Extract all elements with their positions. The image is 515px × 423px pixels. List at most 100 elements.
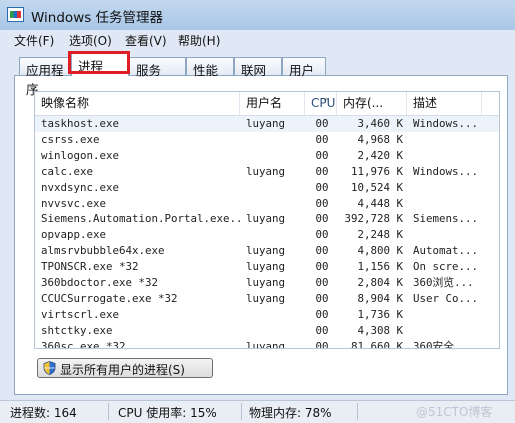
table-row[interactable]: TPONSCR.exe *32 luyang 00 1,156 K On scre... bbox=[35, 259, 499, 275]
column-header-user-name[interactable]: 用户名 bbox=[240, 92, 305, 115]
process-description: Windows... bbox=[413, 117, 479, 130]
process-user bbox=[246, 196, 306, 212]
process-user bbox=[246, 132, 306, 148]
process-description bbox=[413, 132, 483, 148]
process-memory: 4,448 K bbox=[357, 196, 403, 210]
process-cpu: 00 bbox=[315, 228, 329, 242]
process-name: shtctky.exe bbox=[41, 323, 113, 337]
task-manager-icon bbox=[7, 7, 24, 22]
process-name: CCUCSurrogate.exe *32 bbox=[41, 291, 178, 305]
tab-services[interactable]: 服务 bbox=[129, 57, 186, 78]
process-memory: 1,736 K bbox=[357, 307, 403, 321]
process-memory: 4,800 K bbox=[357, 244, 403, 258]
process-description bbox=[413, 180, 483, 196]
process-name: taskhost.exe bbox=[41, 117, 120, 130]
menu-options[interactable]: 选项(O) bbox=[69, 32, 112, 49]
process-cpu: 00 bbox=[315, 291, 329, 305]
process-user: luyang bbox=[246, 339, 286, 349]
process-count: 进程数: 164 bbox=[10, 406, 77, 420]
process-cpu: 00 bbox=[315, 196, 329, 210]
process-cpu: 00 bbox=[315, 276, 329, 289]
table-row[interactable]: shtctky.exe 00 4,308 K bbox=[35, 323, 499, 339]
process-memory: 10,524 K bbox=[350, 180, 403, 194]
table-row[interactable]: Siemens.Automation.Portal.exe... luyang 00… bbox=[35, 211, 499, 227]
process-description: 360安全... bbox=[413, 339, 474, 349]
process-name: winlogon.exe bbox=[41, 148, 120, 162]
process-memory: 2,248 K bbox=[357, 228, 403, 242]
process-cpu: 00 bbox=[315, 260, 329, 274]
show-all-users-processes-label: 显示所有用户的进程(S) bbox=[60, 363, 185, 377]
process-memory: 81,660 K bbox=[350, 339, 403, 349]
table-row[interactable]: csrss.exe 00 4,968 K bbox=[35, 132, 499, 148]
table-row[interactable]: opvapp.exe 00 2,248 K bbox=[35, 227, 499, 243]
menu-help[interactable]: 帮助(H) bbox=[178, 32, 220, 49]
process-description bbox=[413, 196, 483, 212]
process-name: nvvsvc.exe bbox=[41, 196, 107, 210]
process-description bbox=[413, 227, 483, 243]
process-name: 360sc.exe *32 bbox=[41, 339, 126, 349]
process-user bbox=[246, 148, 306, 164]
process-cpu: 00 bbox=[315, 339, 329, 349]
process-cpu: 00 bbox=[315, 244, 329, 258]
process-description: 360浏览... bbox=[413, 276, 474, 289]
table-row[interactable]: 360sc.exe *32 luyang 00 81,660 K 360安全... bbox=[35, 339, 499, 349]
title-bar[interactable]: Windows 任务管理器 bbox=[0, 0, 515, 30]
table-row[interactable]: almsrvbubble64x.exe luyang 00 4,800 K Automa… bbox=[35, 243, 499, 259]
process-name: TPONSCR.exe *32 bbox=[41, 260, 139, 274]
process-user: luyang bbox=[246, 117, 286, 130]
process-user: luyang bbox=[246, 164, 286, 178]
table-row[interactable]: calc.exe luyang 00 11,976 K Windows... bbox=[35, 164, 499, 180]
process-cpu: 00 bbox=[315, 148, 329, 162]
table-row[interactable]: 360bdoctor.exe *32 luyang 00 2,804 K 360浏览..… bbox=[35, 275, 499, 291]
column-header-description[interactable]: 描述 bbox=[407, 92, 482, 115]
tab-users[interactable]: 用户 bbox=[282, 57, 326, 78]
table-row[interactable]: CCUCSurrogate.exe *32 luyang 00 8,904 K User… bbox=[35, 291, 499, 307]
uac-shield-icon bbox=[43, 361, 56, 375]
tab-applications[interactable]: 应用程序 bbox=[19, 57, 71, 97]
process-user bbox=[246, 227, 306, 243]
process-memory: 3,460 K bbox=[357, 117, 403, 130]
process-name: Siemens.Automation.Portal.exe... bbox=[41, 212, 241, 226]
tab-networking[interactable]: 联网 bbox=[234, 57, 282, 78]
column-header-image-name[interactable]: 映像名称 bbox=[35, 92, 240, 115]
table-row[interactable]: winlogon.exe 00 2,420 K bbox=[35, 148, 499, 164]
process-description bbox=[413, 323, 483, 339]
show-all-users-processes-button[interactable]: 显示所有用户的进程(S) bbox=[37, 358, 213, 378]
process-cpu: 00 bbox=[315, 307, 329, 321]
menu-bar: 文件(F) 选项(O) 查看(V) 帮助(H) bbox=[0, 30, 515, 49]
column-header-memory[interactable]: 内存(... bbox=[337, 92, 407, 115]
watermark: @51CTO博客 bbox=[416, 405, 493, 419]
process-cpu: 00 bbox=[315, 164, 329, 178]
process-memory: 2,420 K bbox=[357, 148, 403, 162]
status-separator bbox=[108, 403, 109, 420]
process-memory: 2,804 K bbox=[357, 276, 403, 289]
table-row[interactable]: virtscrl.exe 00 1,736 K bbox=[35, 307, 499, 323]
process-cpu: 00 bbox=[315, 212, 329, 226]
process-list[interactable]: 映像名称 用户名 ^ CPU 内存(... 描述 taskhost.exe luy… bbox=[34, 91, 500, 349]
column-header-cpu[interactable]: ^ CPU bbox=[305, 92, 337, 115]
process-cpu: 00 bbox=[315, 132, 329, 146]
table-row[interactable]: nvvsvc.exe 00 4,448 K bbox=[35, 196, 499, 212]
window-title: Windows 任务管理器 bbox=[31, 10, 164, 26]
table-row[interactable]: nvxdsync.exe 00 10,524 K bbox=[35, 180, 499, 196]
process-memory: 392,728 K bbox=[344, 212, 403, 226]
process-description: User Co... bbox=[413, 291, 479, 305]
list-header: 映像名称 用户名 ^ CPU 内存(... 描述 bbox=[35, 92, 499, 116]
process-cpu: 00 bbox=[315, 117, 329, 130]
process-description: Siemens... bbox=[413, 212, 479, 226]
cpu-usage: CPU 使用率: 15% bbox=[118, 406, 217, 420]
tab-performance[interactable]: 性能 bbox=[186, 57, 234, 78]
process-user: luyang bbox=[246, 212, 286, 226]
annotation-highlight-box bbox=[68, 51, 130, 74]
process-name: opvapp.exe bbox=[41, 228, 107, 242]
process-user bbox=[246, 307, 306, 323]
sort-ascending-icon: ^ bbox=[323, 97, 330, 106]
table-row[interactable]: taskhost.exe luyang 00 3,460 K Windows... bbox=[35, 116, 499, 132]
process-description: On scre... bbox=[413, 260, 479, 274]
process-name: 360bdoctor.exe *32 bbox=[41, 276, 159, 289]
process-name: nvxdsync.exe bbox=[41, 180, 120, 194]
menu-view[interactable]: 查看(V) bbox=[125, 32, 167, 49]
process-memory: 1,156 K bbox=[357, 260, 403, 274]
menu-file[interactable]: 文件(F) bbox=[14, 32, 54, 49]
process-name: calc.exe bbox=[41, 164, 94, 178]
